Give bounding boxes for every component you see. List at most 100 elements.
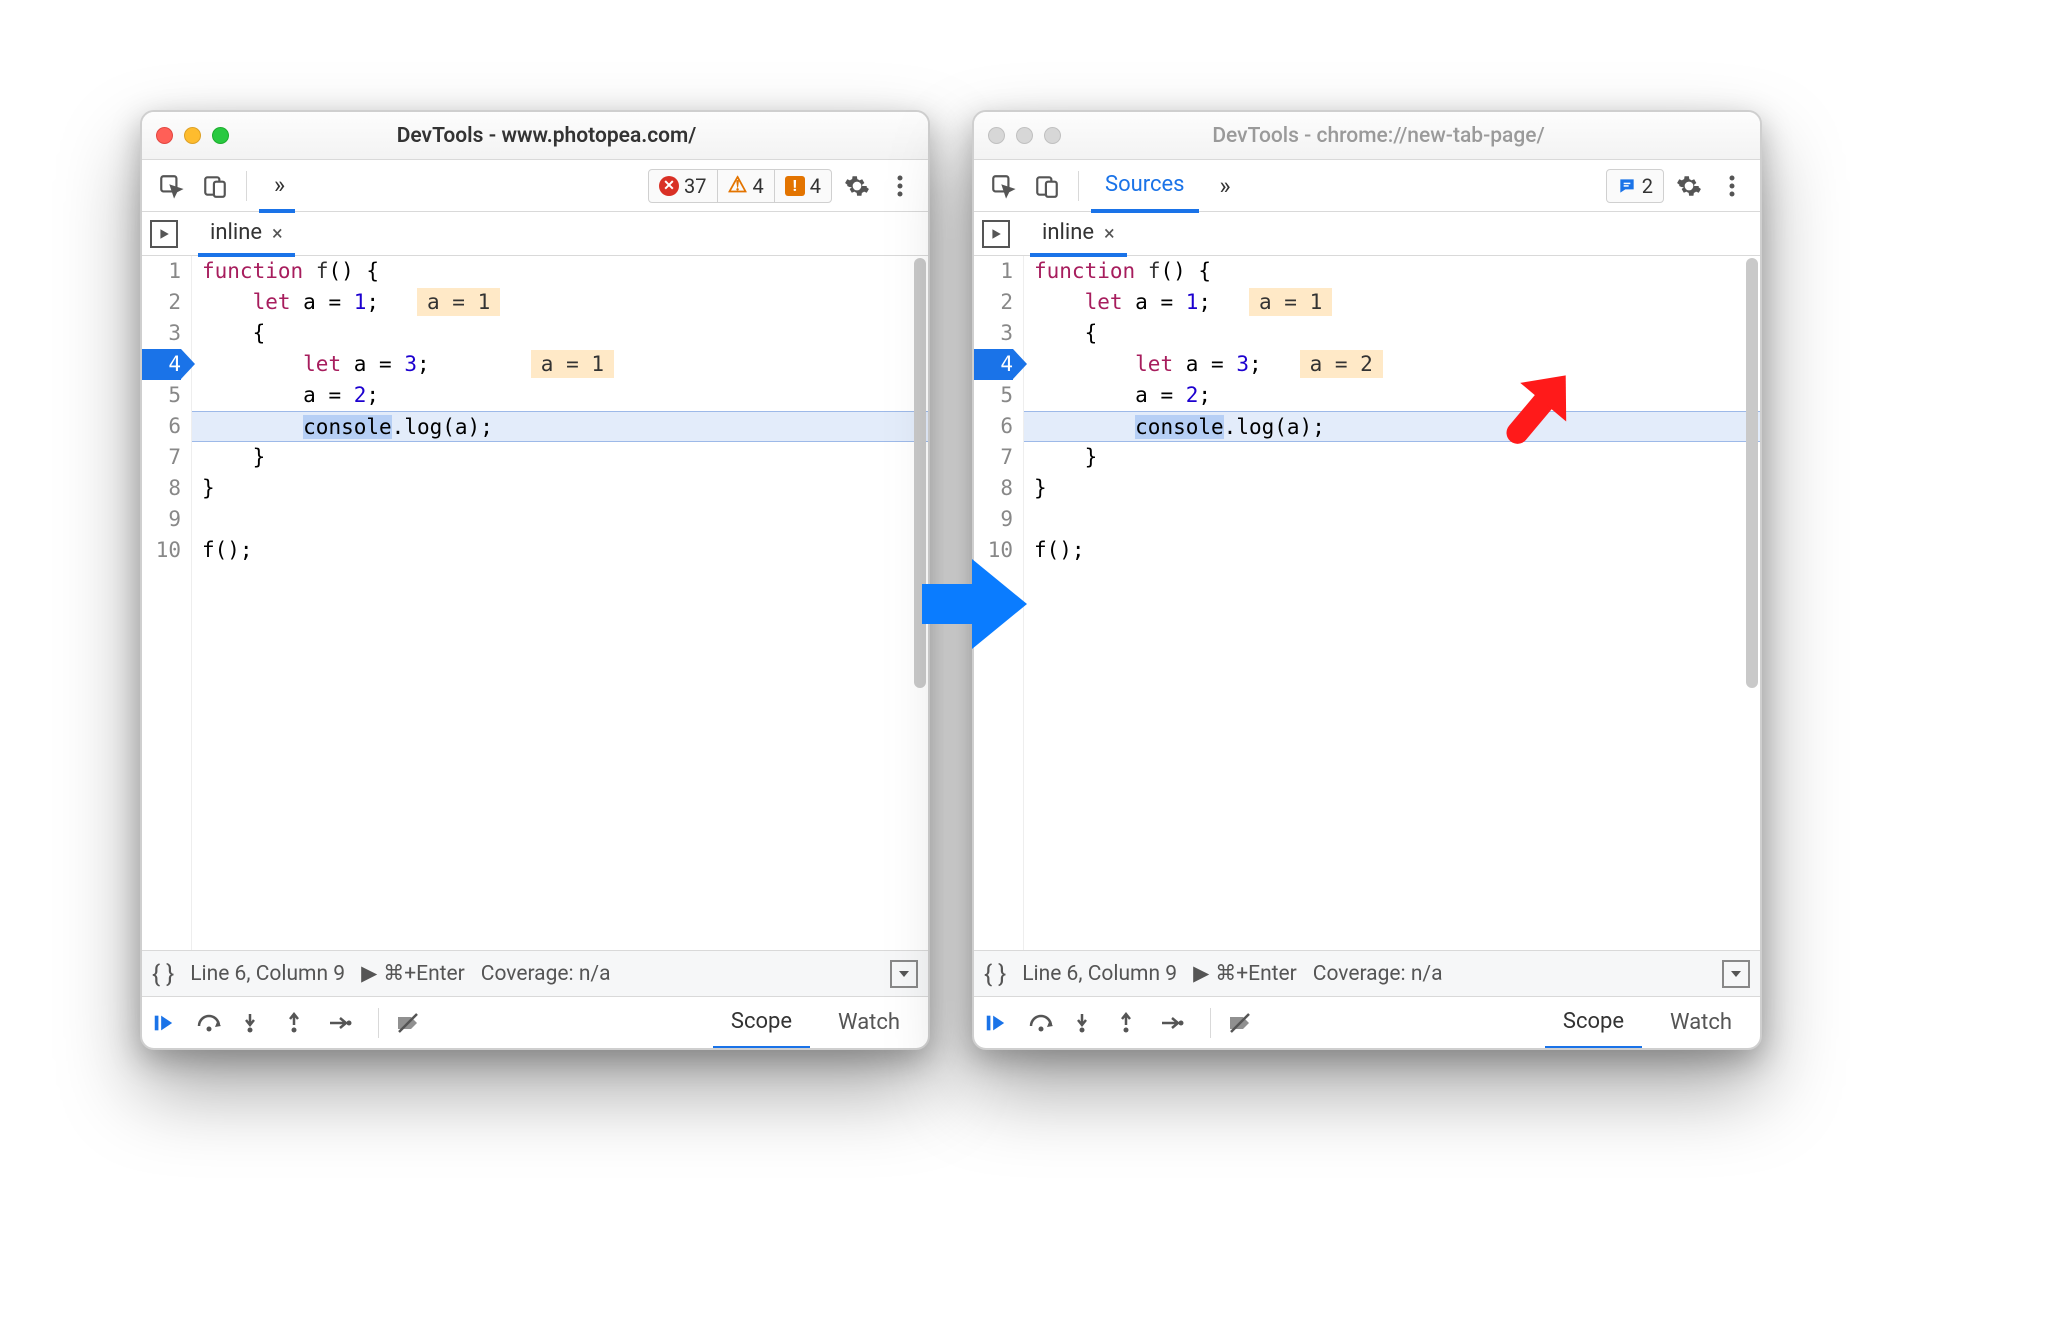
line-number[interactable]: 3 <box>974 318 1013 349</box>
line-number[interactable]: 7 <box>142 442 181 473</box>
code-line[interactable]: } <box>192 473 928 504</box>
code-line[interactable]: } <box>1024 442 1760 473</box>
code-line[interactable] <box>192 504 928 535</box>
code-line[interactable] <box>1024 504 1760 535</box>
line-number[interactable]: 5 <box>974 380 1013 411</box>
code-line[interactable]: f(); <box>192 535 928 566</box>
issues-badge[interactable]: ! 4 <box>774 170 831 202</box>
cursor-position: Line 6, Column 9 <box>190 962 345 986</box>
errors-badge[interactable]: ✕ 37 <box>649 170 716 202</box>
code-line[interactable]: a = 2; <box>192 380 928 411</box>
code-line-highlighted[interactable]: console.log(a); <box>192 411 928 442</box>
resume-icon[interactable] <box>152 1012 186 1034</box>
code-area[interactable]: function f() { let a = 1; a = 1 { let a … <box>1024 256 1760 950</box>
step-over-icon[interactable] <box>1028 1012 1062 1034</box>
step-icon[interactable] <box>1160 1014 1194 1032</box>
code-line-highlighted[interactable]: console.log(a); <box>1024 411 1760 442</box>
execution-line-marker[interactable]: 4 <box>974 349 1013 380</box>
more-tabs-icon[interactable]: » <box>1205 168 1241 204</box>
run-icon[interactable]: ▶ <box>361 961 377 986</box>
minimize-icon[interactable] <box>1016 127 1033 144</box>
step-out-icon[interactable] <box>1116 1012 1150 1034</box>
watch-tab[interactable]: Watch <box>820 997 918 1049</box>
code-editor[interactable]: 1 2 3 4 5 6 7 8 9 10 function f() { let … <box>142 256 928 950</box>
step-into-icon[interactable] <box>1072 1012 1106 1034</box>
code-line[interactable]: function f() { <box>1024 256 1760 287</box>
watch-tab[interactable]: Watch <box>1652 997 1750 1049</box>
line-number[interactable]: 10 <box>142 535 181 566</box>
device-toggle-icon[interactable] <box>1028 168 1066 204</box>
navigator-toggle-icon[interactable] <box>150 220 178 248</box>
code-line[interactable]: function f() { <box>192 256 928 287</box>
pretty-print-icon[interactable]: { } <box>984 960 1006 988</box>
step-out-icon[interactable] <box>284 1012 318 1034</box>
code-line[interactable]: a = 2; <box>1024 380 1760 411</box>
close-icon[interactable] <box>988 127 1005 144</box>
pretty-print-icon[interactable]: { } <box>152 960 174 988</box>
file-tab-inline[interactable]: inline × <box>198 213 295 257</box>
deactivate-breakpoints-icon[interactable] <box>1227 1012 1261 1034</box>
maximize-icon[interactable] <box>212 127 229 144</box>
settings-icon[interactable] <box>838 168 876 204</box>
line-number[interactable]: 8 <box>142 473 181 504</box>
tab-sources[interactable]: Sources <box>1091 161 1199 213</box>
line-number[interactable]: 2 <box>974 287 1013 318</box>
console-badges[interactable]: ✕ 37 ⚠ 4 ! 4 <box>648 169 832 203</box>
console-badges[interactable]: 2 <box>1606 169 1664 203</box>
resume-icon[interactable] <box>984 1012 1018 1034</box>
execution-line-marker[interactable]: 4 <box>142 349 181 380</box>
line-number[interactable]: 6 <box>974 411 1013 442</box>
line-number[interactable]: 5 <box>142 380 181 411</box>
titlebar[interactable]: DevTools - www.photopea.com/ <box>142 112 928 160</box>
device-toggle-icon[interactable] <box>196 168 234 204</box>
deactivate-breakpoints-icon[interactable] <box>395 1012 429 1034</box>
line-number[interactable]: 7 <box>974 442 1013 473</box>
code-line[interactable]: let a = 1; a = 1 <box>1024 287 1760 318</box>
minimize-icon[interactable] <box>184 127 201 144</box>
close-icon[interactable] <box>156 127 173 144</box>
maximize-icon[interactable] <box>1044 127 1061 144</box>
code-line[interactable]: { <box>1024 318 1760 349</box>
scrollbar[interactable] <box>1746 258 1758 688</box>
line-number[interactable]: 1 <box>974 256 1013 287</box>
code-line[interactable]: let a = 3; a = 2 <box>1024 349 1760 380</box>
code-line[interactable]: f(); <box>1024 535 1760 566</box>
code-line[interactable]: } <box>192 442 928 473</box>
more-tabs-icon[interactable]: » <box>259 161 295 213</box>
line-gutter[interactable]: 1 2 3 4 5 6 7 8 9 10 <box>142 256 192 950</box>
scope-tab[interactable]: Scope <box>1545 998 1642 1050</box>
navigator-toggle-icon[interactable] <box>982 220 1010 248</box>
chat-badge[interactable]: 2 <box>1607 170 1663 202</box>
kebab-menu-icon[interactable] <box>882 168 918 204</box>
code-line[interactable]: { <box>192 318 928 349</box>
kebab-menu-icon[interactable] <box>1714 168 1750 204</box>
line-number[interactable]: 2 <box>142 287 181 318</box>
step-into-icon[interactable] <box>240 1012 274 1034</box>
line-number[interactable]: 1 <box>142 256 181 287</box>
step-over-icon[interactable] <box>196 1012 230 1034</box>
close-tab-icon[interactable]: × <box>1104 221 1115 245</box>
inline-value: a = 1 <box>531 350 614 378</box>
titlebar[interactable]: DevTools - chrome://new-tab-page/ <box>974 112 1760 160</box>
dropdown-icon[interactable] <box>890 960 918 988</box>
dropdown-icon[interactable] <box>1722 960 1750 988</box>
code-area[interactable]: function f() { let a = 1; a = 1 { let a … <box>192 256 928 950</box>
code-editor[interactable]: 1 2 3 4 5 6 7 8 9 10 function f() { let … <box>974 256 1760 950</box>
code-line[interactable]: let a = 1; a = 1 <box>192 287 928 318</box>
step-icon[interactable] <box>328 1014 362 1032</box>
settings-icon[interactable] <box>1670 168 1708 204</box>
scope-tab[interactable]: Scope <box>713 998 810 1050</box>
line-number[interactable]: 3 <box>142 318 181 349</box>
inspect-icon[interactable] <box>152 168 190 204</box>
warnings-badge[interactable]: ⚠ 4 <box>717 170 774 202</box>
code-line[interactable]: } <box>1024 473 1760 504</box>
inspect-icon[interactable] <box>984 168 1022 204</box>
file-tab-inline[interactable]: inline × <box>1030 213 1127 257</box>
line-number[interactable]: 8 <box>974 473 1013 504</box>
line-number[interactable]: 9 <box>974 504 1013 535</box>
code-line[interactable]: let a = 3; a = 1 <box>192 349 928 380</box>
close-tab-icon[interactable]: × <box>272 221 283 245</box>
line-number[interactable]: 9 <box>142 504 181 535</box>
run-icon[interactable]: ▶ <box>1193 961 1209 986</box>
line-number[interactable]: 6 <box>142 411 181 442</box>
